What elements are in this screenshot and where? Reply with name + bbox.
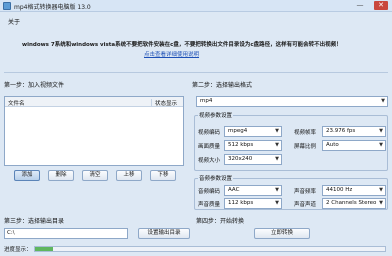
chevron-down-icon: ▼ bbox=[379, 187, 383, 193]
step2-label: 第二步：选择输出格式 bbox=[192, 82, 253, 89]
chevron-down-icon: ▼ bbox=[379, 128, 383, 134]
move-down-button[interactable]: 下移 bbox=[150, 170, 176, 181]
divider bbox=[4, 72, 388, 73]
app-icon bbox=[3, 2, 11, 10]
add-button[interactable]: 添加 bbox=[14, 170, 40, 181]
video-size-value: 320x240 bbox=[228, 156, 253, 162]
window-title: mp4格式转换器电脑版 13.0 bbox=[14, 4, 91, 11]
audio-bitrate-select[interactable]: 112 kbps ▼ bbox=[224, 198, 282, 209]
about-label: 关于 bbox=[8, 19, 21, 26]
chevron-down-icon: ▼ bbox=[379, 200, 383, 206]
audio-samplerate-value: 44100 Hz bbox=[326, 187, 353, 193]
clear-button[interactable]: 清空 bbox=[82, 170, 108, 181]
video-codec-value: mpeg4 bbox=[228, 128, 248, 134]
video-bitrate-value: 512 kbps bbox=[228, 142, 254, 148]
step4-label: 第四步：开始转换 bbox=[196, 218, 245, 225]
audio-samplerate-select[interactable]: 44100 Hz ▼ bbox=[322, 185, 386, 196]
minimize-button[interactable]: — bbox=[354, 1, 366, 10]
video-codec-select[interactable]: mpeg4 ▼ bbox=[224, 126, 282, 137]
audio-settings-title: 音频参数设置 bbox=[198, 174, 234, 182]
audio-bitrate-label: 声音质量 bbox=[198, 202, 221, 208]
move-up-button[interactable]: 上移 bbox=[116, 170, 142, 181]
video-aspect-select[interactable]: Auto ▼ bbox=[322, 140, 386, 151]
progress-fill bbox=[35, 247, 53, 251]
set-output-dir-button[interactable]: 设置输出目录 bbox=[138, 228, 190, 239]
output-path-input[interactable]: C:\ bbox=[4, 228, 128, 239]
audio-samplerate-label: 声音频率 bbox=[294, 189, 317, 195]
audio-codec-label: 音频编码 bbox=[198, 189, 221, 195]
chevron-down-icon: ▼ bbox=[381, 98, 385, 104]
video-aspect-label: 屏幕比例 bbox=[294, 144, 317, 150]
video-aspect-value: Auto bbox=[326, 142, 339, 148]
video-fps-value: 23.976 fps bbox=[326, 128, 356, 134]
step1-label: 第一步：加入视频文件 bbox=[4, 82, 65, 89]
chevron-down-icon: ▼ bbox=[275, 128, 279, 134]
format-value: mp4 bbox=[200, 98, 213, 104]
title-bar: mp4格式转换器电脑版 13.0 — ✕ bbox=[0, 0, 392, 12]
file-list[interactable]: 文件名 状态显示 bbox=[4, 96, 184, 166]
column-status[interactable]: 状态显示 bbox=[151, 99, 177, 107]
progress-label: 进度显示： bbox=[4, 247, 32, 253]
video-codec-label: 视频编码 bbox=[198, 130, 221, 136]
audio-channels-label: 声音声道 bbox=[294, 202, 317, 208]
audio-channels-value: 2 Channels Stereo bbox=[326, 200, 377, 206]
help-link[interactable]: 点击查看详细使用说明 bbox=[144, 50, 199, 58]
chevron-down-icon: ▼ bbox=[275, 156, 279, 162]
step3-label: 第三步：选择输出目录 bbox=[4, 218, 65, 225]
convert-now-button[interactable]: 立即转换 bbox=[254, 228, 310, 239]
video-size-select[interactable]: 320x240 ▼ bbox=[224, 154, 282, 165]
audio-bitrate-value: 112 kbps bbox=[228, 200, 254, 206]
file-list-header: 文件名 状态显示 bbox=[5, 97, 183, 107]
chevron-down-icon: ▼ bbox=[275, 142, 279, 148]
audio-codec-value: AAC bbox=[228, 187, 240, 193]
video-settings-title: 视频参数设置 bbox=[198, 111, 234, 119]
video-bitrate-label: 画面质量 bbox=[198, 144, 221, 150]
chevron-down-icon: ▼ bbox=[275, 187, 279, 193]
video-size-label: 视频大小 bbox=[198, 158, 221, 164]
chevron-down-icon: ▼ bbox=[275, 200, 279, 206]
progress-bar bbox=[34, 246, 386, 252]
video-bitrate-select[interactable]: 512 kbps ▼ bbox=[224, 140, 282, 151]
audio-channels-select[interactable]: 2 Channels Stereo ▼ bbox=[322, 198, 386, 209]
warning-text: windows 7系统和windows vista系统不要把软件安装在c盘，不要… bbox=[22, 42, 342, 48]
remove-button[interactable]: 删除 bbox=[48, 170, 74, 181]
video-fps-label: 视频帧率 bbox=[294, 130, 317, 136]
chevron-down-icon: ▼ bbox=[379, 142, 383, 148]
format-select[interactable]: mp4 ▼ bbox=[196, 96, 388, 107]
close-button[interactable]: ✕ bbox=[374, 1, 388, 10]
column-filename[interactable]: 文件名 bbox=[8, 99, 25, 107]
video-fps-select[interactable]: 23.976 fps ▼ bbox=[322, 126, 386, 137]
audio-codec-select[interactable]: AAC ▼ bbox=[224, 185, 282, 196]
